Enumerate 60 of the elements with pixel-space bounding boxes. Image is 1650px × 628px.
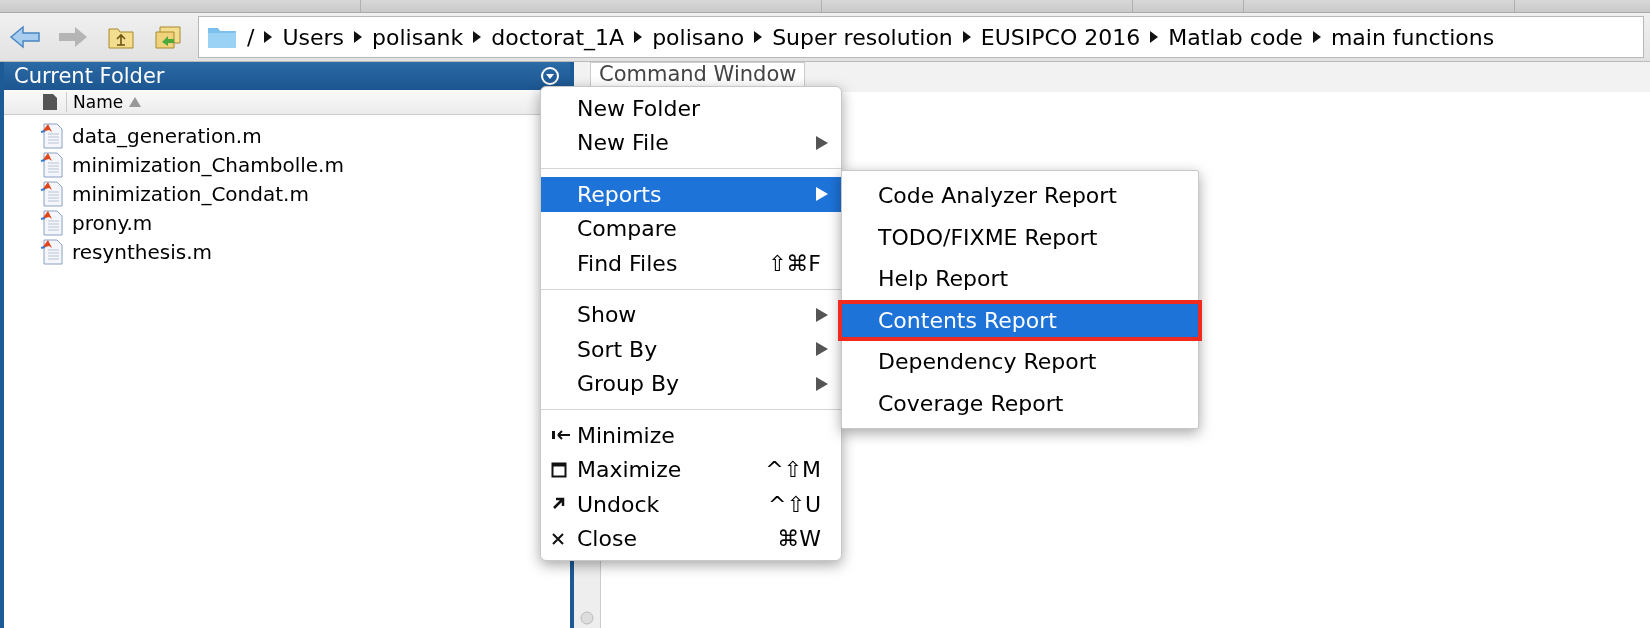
menu-item[interactable]: Dependency Report (838, 341, 1202, 383)
address-bar[interactable]: / Users polisank doctorat_1A polisano Super resolution EUSIPCO 2016 Matlab code main functions (198, 16, 1644, 58)
breadcrumb-arrow-icon (1312, 31, 1321, 43)
breadcrumb[interactable]: main functions (1330, 24, 1495, 50)
file-name[interactable]: prony.m (72, 210, 153, 235)
menu-item[interactable]: Code Analyzer Report (838, 175, 1202, 217)
breadcrumb[interactable]: EUSIPCO 2016 (980, 24, 1141, 50)
breadcrumb[interactable]: doctorat_1A (491, 24, 625, 50)
menu-item[interactable]: Undock ^⇧U (541, 487, 841, 522)
menu-item[interactable]: TODO/FIXME Report (838, 216, 1202, 258)
menu-item[interactable]: Help Report (838, 258, 1202, 300)
menu-item[interactable]: Show (541, 297, 841, 332)
menu-item[interactable]: Contents Report (838, 299, 1202, 341)
matlab-file-icon (40, 179, 66, 208)
menu-item[interactable]: Reports (541, 177, 841, 212)
breadcrumb-arrow-icon (354, 31, 363, 43)
breadcrumb-arrow-icon (754, 31, 763, 43)
menu-item[interactable]: Minimize (541, 418, 841, 453)
matlab-file-icon (40, 121, 66, 150)
shortcut-label: ^⇧M (765, 457, 821, 483)
panel-title: Current Folder (14, 64, 165, 88)
breadcrumb[interactable]: / (247, 24, 255, 50)
matlab-file-icon (40, 150, 66, 179)
maximize-icon (551, 461, 567, 478)
breadcrumb-arrow-icon (1150, 31, 1159, 43)
file-name[interactable]: minimization_Chambolle.m (72, 152, 344, 177)
breadcrumb-arrow-icon (473, 31, 482, 43)
matlab-file-icon (40, 237, 66, 266)
menu-item[interactable]: Group By (541, 366, 841, 401)
breadcrumb-arrow-icon (264, 31, 273, 43)
file-name[interactable]: minimization_Condat.m (72, 181, 309, 206)
breadcrumb[interactable]: Super resolution (772, 24, 953, 50)
breadcrumb-arrow-icon (634, 31, 643, 43)
file-type-icon (42, 93, 58, 111)
sort-ascending-icon (129, 97, 142, 107)
matlab-file-icon (40, 208, 66, 237)
column-label[interactable]: Name (73, 92, 124, 112)
shortcut-label: ⇧⌘F (767, 250, 821, 276)
menu-item[interactable]: Coverage Report (838, 382, 1202, 424)
menu-item[interactable]: Close ⌘W (541, 521, 841, 556)
scroll-thumb-icon[interactable] (580, 611, 594, 625)
file-name[interactable]: data_generation.m (72, 123, 262, 148)
breadcrumb-arrow-icon (962, 31, 971, 43)
close-icon (551, 531, 565, 546)
menu-item[interactable]: Maximize ^⇧M (541, 452, 841, 487)
breadcrumb[interactable]: polisano (652, 24, 745, 50)
menu-item[interactable]: Find Files ⇧⌘F (541, 246, 841, 281)
panel-title: Command Window (590, 62, 806, 86)
menu-item[interactable]: New File (541, 125, 841, 160)
folder-icon (207, 25, 237, 49)
minimize-icon (551, 429, 571, 442)
file-name[interactable]: resynthesis.m (72, 239, 213, 264)
menu-item[interactable]: Sort By (541, 332, 841, 367)
panel-menu-icon[interactable] (540, 66, 560, 86)
menu-item[interactable]: Compare (541, 211, 841, 246)
shortcut-label: ⌘W (777, 526, 821, 552)
breadcrumb[interactable]: Users (282, 24, 345, 50)
breadcrumb[interactable]: polisank (372, 24, 464, 50)
breadcrumb[interactable]: Matlab code (1168, 24, 1303, 50)
shortcut-label: ^⇧U (768, 491, 821, 517)
